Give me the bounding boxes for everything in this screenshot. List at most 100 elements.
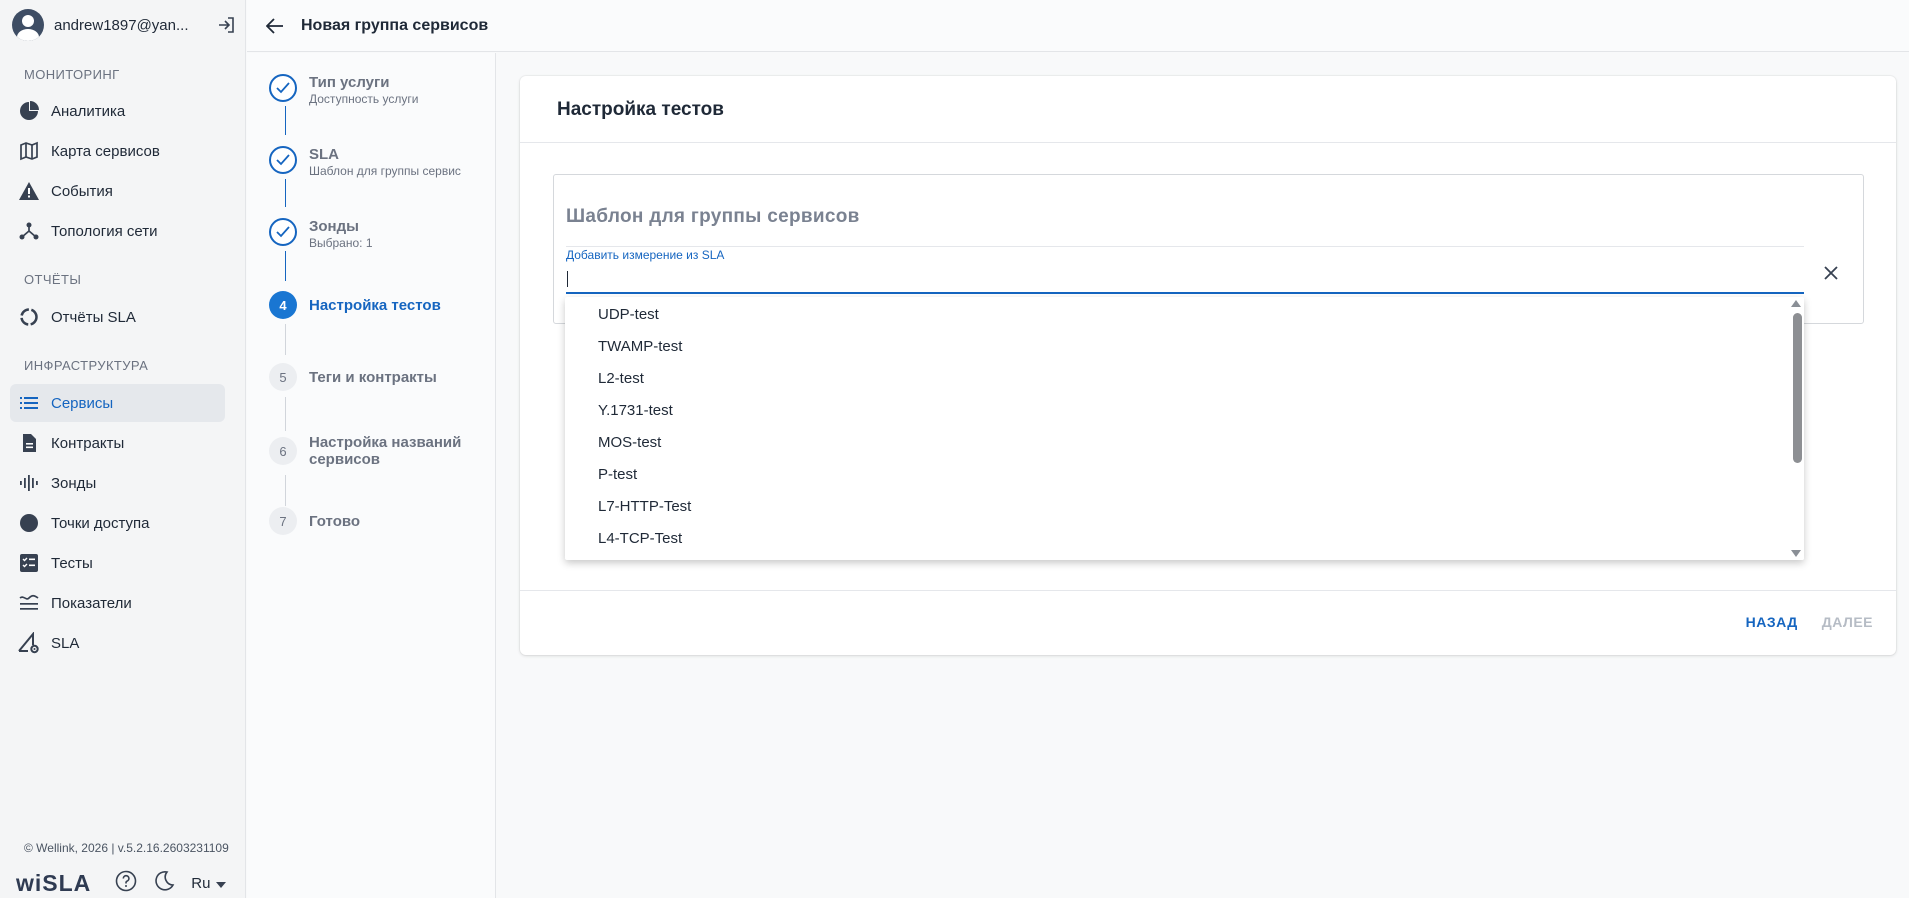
section-title-infrastructure: ИНФРАСТРУКТУРА (24, 358, 149, 373)
dropdown-option[interactable]: UDP-test (598, 299, 1768, 331)
step-service-type[interactable]: Тип услуги Доступность услуги (269, 74, 418, 107)
document-icon (18, 432, 40, 454)
step-tags-contracts[interactable]: 5 Теги и контракты (269, 363, 437, 391)
sidebar: andrew1897@yan... МОНИТОРИНГ Аналитика К… (0, 0, 246, 898)
step-label: Настройка названий сервисов (309, 434, 462, 468)
section-title-reports: ОТЧЁТЫ (24, 272, 82, 287)
sidebar-item-contracts[interactable]: Контракты (10, 424, 225, 462)
sidebar-item-probes[interactable]: Зонды (10, 464, 225, 502)
step-connector (285, 106, 286, 135)
sidebar-item-label: Отчёты SLA (51, 308, 136, 326)
help-icon[interactable] (115, 870, 137, 897)
dropdown-option[interactable]: L2-test (598, 363, 1768, 395)
step-connector (285, 251, 286, 281)
back-arrow-icon[interactable] (263, 14, 287, 38)
dropdown-scrollbar[interactable] (1790, 297, 1804, 560)
dropdown-option[interactable]: TWAMP-test (598, 331, 1768, 363)
topology-icon (18, 220, 40, 242)
text-caret (567, 271, 568, 287)
card-actions: НАЗАД ДАЛЕЕ (1746, 614, 1873, 630)
step-label: Готово (309, 512, 361, 530)
dropdown-option[interactable]: Y.1731-test (598, 395, 1768, 427)
sidebar-item-services[interactable]: Сервисы (10, 384, 225, 422)
sidebar-item-label: Контракты (51, 434, 125, 452)
back-button[interactable]: НАЗАД (1746, 614, 1798, 630)
step-number: 6 (269, 437, 297, 465)
sidebar-item-tests[interactable]: Тесты (10, 544, 225, 582)
scrollbar-thumb[interactable] (1793, 313, 1802, 463)
check-icon (269, 218, 297, 246)
avatar[interactable] (12, 9, 44, 41)
language-value: Ru (191, 874, 211, 892)
sidebar-item-sla-reports[interactable]: Отчёты SLA (10, 298, 225, 336)
sidebar-item-label: Карта сервисов (51, 142, 160, 160)
warning-icon (18, 180, 40, 202)
sidebar-item-label: Топология сети (51, 222, 158, 240)
sidebar-item-access-points[interactable]: Точки доступа (10, 504, 225, 542)
step-number: 5 (269, 363, 297, 391)
sidebar-item-label: Зонды (51, 474, 97, 492)
sla-measurement-input[interactable] (566, 264, 1804, 294)
dropdown-option[interactable]: MOS-test (598, 427, 1768, 459)
step-connector (285, 179, 286, 207)
user-row[interactable]: andrew1897@yan... (12, 9, 238, 41)
sidebar-item-label: Аналитика (51, 102, 126, 120)
wisla-logo: wiSLA (16, 869, 92, 896)
sidebar-item-metrics[interactable]: Показатели (10, 584, 225, 622)
divider (520, 142, 1896, 143)
step-connector (285, 397, 286, 431)
section-title-monitoring: МОНИТОРИНГ (24, 67, 120, 82)
sidebar-item-sla[interactable]: SLA (10, 624, 225, 662)
step-label: Тип услуги (309, 74, 390, 91)
step-sublabel: Доступность услуги (309, 92, 419, 106)
card-title: Настройка тестов (557, 99, 724, 120)
scroll-down-arrow-icon[interactable] (1791, 550, 1801, 557)
page-title: Новая группа сервисов (301, 16, 489, 34)
dropdown-option[interactable]: L4-TCP-Test (598, 523, 1768, 555)
language-select[interactable]: Ru (191, 874, 227, 892)
step-probes[interactable]: Зонды Выбрано: 1 (269, 218, 373, 251)
template-title: Шаблон для группы сервисов (566, 206, 860, 227)
sidebar-item-topology[interactable]: Топология сети (10, 212, 225, 250)
sla-gear-icon (18, 632, 40, 654)
step-connector (285, 475, 286, 506)
sidebar-item-label: Тесты (51, 554, 93, 572)
sidebar-bottom-bar: wiSLA Ru (16, 869, 227, 897)
step-service-names[interactable]: 6 Настройка названий сервисов (269, 434, 469, 468)
step-number: 7 (269, 507, 297, 535)
circle-icon (18, 512, 40, 534)
step-label: SLA (309, 146, 339, 163)
sidebar-item-analytics[interactable]: Аналитика (10, 92, 225, 130)
divider (566, 246, 1804, 247)
close-icon[interactable] (1821, 263, 1841, 283)
user-name: andrew1897@yan... (54, 16, 189, 34)
step-sublabel: Шаблон для группы сервис (309, 164, 461, 178)
logout-icon[interactable] (216, 14, 238, 36)
list-icon (18, 392, 40, 414)
step-label: Теги и контракты (309, 368, 437, 386)
step-label: Настройка тестов (309, 296, 441, 314)
dropdown-option[interactable]: L7-HTTP-Test (598, 491, 1768, 523)
sidebar-item-service-map[interactable]: Карта сервисов (10, 132, 225, 170)
check-icon (269, 146, 297, 174)
sidebar-item-label: Показатели (51, 594, 132, 612)
step-sla[interactable]: SLA Шаблон для группы сервис (269, 146, 461, 179)
sidebar-item-label: События (51, 182, 113, 200)
checklist-icon (18, 552, 40, 574)
step-test-settings[interactable]: 4 Настройка тестов (269, 291, 441, 319)
reports-icon (18, 306, 40, 328)
step-sublabel: Выбрано: 1 (309, 236, 373, 250)
metrics-icon (18, 592, 40, 614)
dropdown-option[interactable]: P-test (598, 459, 1768, 491)
dark-mode-icon[interactable] (153, 870, 175, 897)
sidebar-item-label: Сервисы (51, 394, 114, 412)
sidebar-item-events[interactable]: События (10, 172, 225, 210)
step-done[interactable]: 7 Готово (269, 507, 360, 535)
probe-icon (18, 472, 40, 494)
next-button[interactable]: ДАЛЕЕ (1822, 614, 1873, 630)
pie-chart-icon (18, 100, 40, 122)
step-label: Зонды (309, 218, 359, 235)
scroll-up-arrow-icon[interactable] (1791, 300, 1801, 307)
sidebar-item-label: SLA (51, 634, 80, 652)
sla-measurement-dropdown: UDP-test TWAMP-test L2-test Y.1731-test … (565, 297, 1804, 560)
